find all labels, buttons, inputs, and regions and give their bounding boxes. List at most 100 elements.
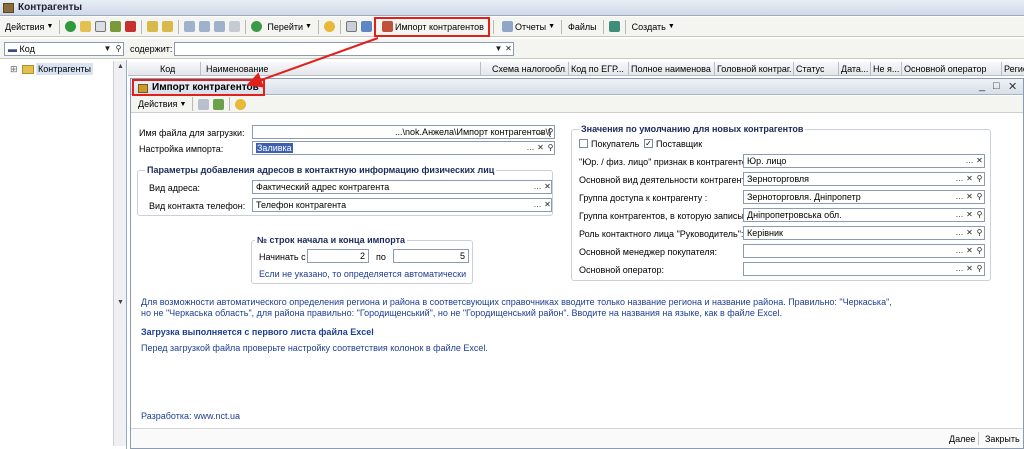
tree-view-icon[interactable] [360, 21, 372, 32]
files-button[interactable]: Файлы [565, 19, 600, 35]
create-menu-button[interactable]: Создать ▼ [629, 19, 678, 35]
column-header[interactable]: Регис [1004, 64, 1024, 74]
buyer-label: Покупатель [591, 139, 640, 149]
clear-icon[interactable]: ✕ [542, 181, 553, 193]
supplier-checkbox[interactable]: ✓ [644, 139, 653, 148]
actions-menu-button[interactable]: Действия ▼ [2, 19, 56, 35]
list-view-icon[interactable] [345, 21, 357, 32]
import-run-icon[interactable] [213, 98, 225, 110]
tree-scrollbar[interactable]: ▲ ▼ [113, 61, 126, 446]
contact-role-input[interactable]: Керівник [743, 226, 985, 240]
help-icon[interactable] [235, 98, 247, 110]
add-icon[interactable] [65, 21, 77, 32]
column-header[interactable]: Полное наименова... [631, 64, 711, 74]
close-icon[interactable]: ✕ [1008, 80, 1017, 93]
expand-icon[interactable]: ⊞ [10, 64, 18, 75]
operator-input[interactable] [743, 262, 985, 276]
access-group-label: Группа доступа к контрагенту : [579, 193, 708, 203]
maximize-icon[interactable]: □ [993, 80, 1000, 92]
contact-role-label: Роль контактного лица "Руководитель": [579, 229, 744, 239]
clear-icon[interactable]: ✕ [503, 43, 514, 55]
column-header[interactable]: Код [160, 64, 175, 74]
report-icon [501, 21, 513, 32]
note-line-2: но не "Черкаська область", для района пр… [141, 308, 782, 318]
search-icon[interactable]: ⚲ [974, 227, 985, 239]
dialog-actions-menu-button[interactable]: Действия ▼ [135, 96, 189, 112]
goto-menu-button[interactable]: Перейти ▼ [264, 19, 315, 35]
column-header[interactable]: Головной контраг... [717, 64, 792, 74]
file-name-label: Имя файла для загрузки: [139, 128, 245, 138]
import-setting-input[interactable]: Заливка [252, 141, 555, 155]
column-header[interactable]: Основной оператор [904, 64, 987, 74]
search-icon[interactable]: ⚲ [545, 142, 556, 154]
end-row-label: по [376, 252, 386, 262]
search-icon[interactable]: ⚲ [974, 191, 985, 203]
filter-value-icon[interactable] [199, 21, 211, 32]
minimize-icon[interactable]: _ [979, 80, 985, 92]
scroll-up-icon[interactable]: ▲ [115, 63, 126, 73]
refresh-icon[interactable] [251, 21, 263, 32]
column-header[interactable]: Дата... [841, 64, 868, 74]
phone-type-input[interactable]: Телефон контрагента [252, 198, 552, 212]
load-icon[interactable] [198, 98, 210, 110]
entity-type-input[interactable]: Юр. лицо [743, 154, 985, 168]
manager-input[interactable] [743, 244, 985, 258]
scroll-down-icon[interactable]: ▼ [115, 299, 126, 309]
add-folder-icon[interactable] [80, 21, 92, 32]
column-header[interactable]: Не я... [873, 64, 899, 74]
hierarchy-icon[interactable] [147, 21, 159, 32]
start-row-input[interactable]: 2 [307, 249, 369, 263]
address-type-input[interactable]: Фактический адрес контрагента [252, 180, 552, 194]
end-row-input[interactable]: 5 [393, 249, 469, 263]
developer-link[interactable]: Разработка: www.nct.ua [141, 411, 240, 421]
reports-menu-button[interactable]: Отчеты ▼ [497, 19, 558, 35]
up-level-icon[interactable] [162, 21, 174, 32]
file-name-input[interactable]: ...\nok.Анжела\Импорт контрагентов\( [252, 125, 555, 139]
structure-icon[interactable] [608, 21, 620, 32]
filter-row: ▬ Код ▼ ⚲ содержит: ▼ ✕ [0, 39, 1024, 59]
edit-icon[interactable] [110, 21, 122, 32]
tree-root-item[interactable]: Контрагенты [36, 63, 94, 75]
buyer-checkbox[interactable] [579, 139, 588, 148]
filter-list-icon[interactable] [214, 21, 226, 32]
window-title-bar: Контрагенты [0, 0, 1024, 16]
search-icon[interactable]: ⚲ [974, 173, 985, 185]
filter-icon[interactable] [184, 21, 196, 32]
counterparty-group-input[interactable]: Дніпропетровська обл. [743, 208, 985, 222]
next-button[interactable]: Далее [949, 434, 975, 444]
manager-label: Основной менеджер покупателя: [579, 247, 717, 257]
column-header[interactable]: Статус [796, 64, 824, 74]
access-group-input[interactable]: Зерноторговля. Дніпропетр [743, 190, 985, 204]
search-icon[interactable]: ⚲ [974, 209, 985, 221]
column-header[interactable]: Схема налогообл... [492, 64, 566, 74]
counterparty-tree: ⊞ Контрагенты [0, 60, 127, 449]
chevron-down-icon: ▼ [305, 23, 312, 30]
start-row-label: Начинать с [259, 252, 306, 262]
close-button[interactable]: Закрыть [985, 434, 1020, 444]
contains-label: содержит: [130, 44, 173, 54]
clear-icon[interactable]: ✕ [974, 155, 985, 167]
help-icon[interactable] [323, 21, 335, 32]
copy-icon[interactable] [95, 21, 107, 32]
defaults-group [571, 129, 991, 281]
filter-off-icon[interactable] [229, 21, 241, 32]
column-header[interactable]: Код по ЕГР... [571, 64, 627, 74]
search-icon[interactable]: ⚲ [974, 263, 985, 275]
contains-input[interactable] [174, 42, 514, 56]
chevron-down-icon[interactable]: ▼ [102, 43, 113, 55]
column-header[interactable]: Наименование [206, 64, 268, 74]
activity-input[interactable]: Зерноторговля [743, 172, 985, 186]
import-counterparties-button[interactable]: Импорт контрагентов [373, 16, 490, 37]
delete-icon[interactable] [125, 21, 137, 32]
search-icon[interactable]: ⚲ [974, 245, 985, 257]
check-columns-note: Перед загрузкой файла проверьте настройк… [141, 343, 488, 353]
import-setting-label: Настройка импорта: [139, 144, 224, 154]
chevron-down-icon: ▼ [46, 23, 54, 30]
address-group-title: Параметры добавления адресов в контактну… [145, 165, 497, 175]
clear-icon[interactable]: ✕ [542, 199, 553, 211]
chevron-down-icon: ▼ [548, 23, 556, 30]
search-icon[interactable]: ⚲ [113, 43, 124, 55]
search-icon[interactable]: ⚲ [545, 126, 556, 138]
dialog-title-bar: Импорт контрагентов _ □ ✕ [131, 79, 1023, 96]
folder-icon [22, 65, 34, 74]
